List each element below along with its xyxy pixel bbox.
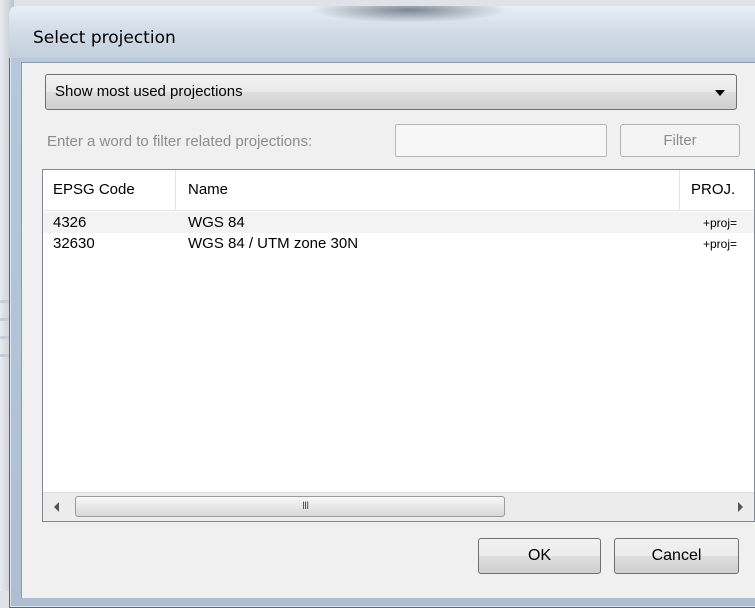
chevron-down-icon bbox=[715, 90, 725, 96]
list-header: EPSG Code Name PROJ. bbox=[43, 170, 754, 211]
filter-button[interactable]: Filter bbox=[620, 124, 740, 157]
scroll-left-icon[interactable] bbox=[54, 502, 59, 512]
grip-icon: III bbox=[302, 500, 309, 512]
column-header-name[interactable]: Name bbox=[188, 181, 228, 198]
dropdown-selected-value: Show most used projections bbox=[55, 83, 243, 100]
column-header-epsg-code[interactable]: EPSG Code bbox=[53, 181, 135, 198]
cancel-button[interactable]: Cancel bbox=[614, 538, 739, 574]
cell-proj: +proj= bbox=[703, 216, 738, 230]
filter-label: Enter a word to filter related projectio… bbox=[47, 133, 313, 150]
projection-filter-dropdown[interactable]: Show most used projections bbox=[45, 74, 737, 110]
column-divider[interactable] bbox=[679, 170, 680, 210]
window-title: Select projection bbox=[33, 28, 176, 48]
title-bar[interactable]: Select projection bbox=[9, 6, 755, 58]
scroll-right-icon[interactable] bbox=[738, 502, 743, 512]
cell-epsg-code: 32630 bbox=[53, 235, 95, 252]
ok-button[interactable]: OK bbox=[478, 538, 601, 574]
cell-proj: +proj= bbox=[703, 237, 738, 251]
scrollbar-thumb[interactable]: III bbox=[75, 496, 505, 517]
table-row[interactable]: 4326 WGS 84 +proj= bbox=[43, 212, 754, 233]
table-row[interactable]: 32630 WGS 84 / UTM zone 30N +proj= bbox=[43, 233, 754, 254]
cell-epsg-code: 4326 bbox=[53, 214, 87, 231]
cell-name: WGS 84 bbox=[188, 214, 245, 231]
projection-list[interactable]: EPSG Code Name PROJ. 4326 WGS 84 +proj= … bbox=[42, 169, 755, 522]
filter-input[interactable] bbox=[395, 124, 607, 157]
horizontal-scrollbar[interactable]: III bbox=[43, 492, 754, 521]
column-header-proj[interactable]: PROJ. bbox=[691, 181, 735, 198]
cell-name: WGS 84 / UTM zone 30N bbox=[188, 235, 359, 252]
column-divider[interactable] bbox=[175, 170, 176, 210]
